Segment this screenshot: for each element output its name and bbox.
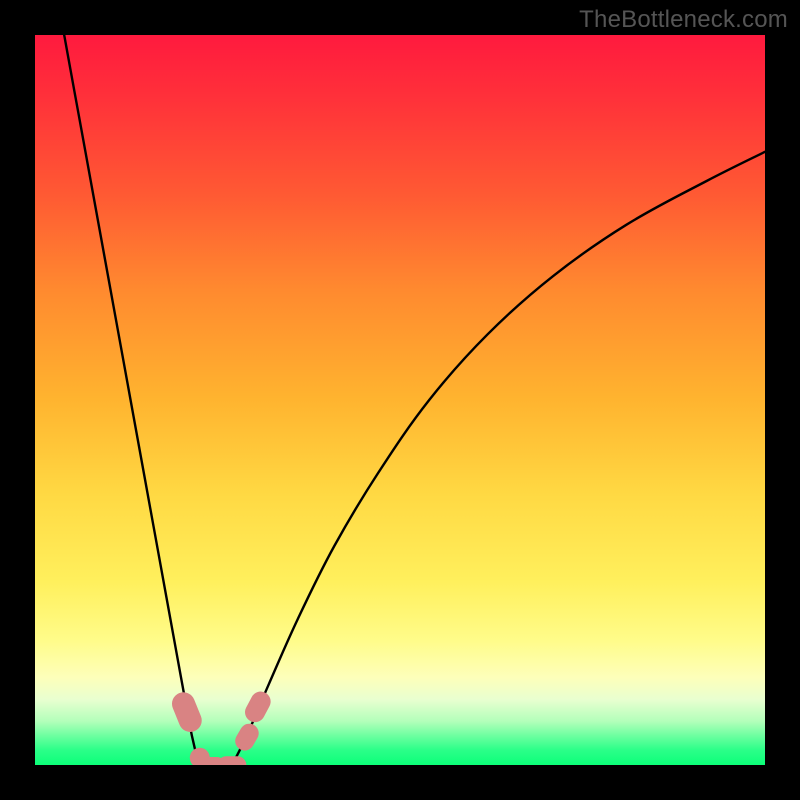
curve-left-branch <box>64 35 199 765</box>
chart-frame: TheBottleneck.com <box>0 0 800 800</box>
bottleneck-curve <box>35 35 765 765</box>
curve-right-branch <box>232 152 765 765</box>
plot-area <box>35 35 765 765</box>
valley-right-blob <box>218 756 247 765</box>
watermark-text: TheBottleneck.com <box>579 6 788 34</box>
